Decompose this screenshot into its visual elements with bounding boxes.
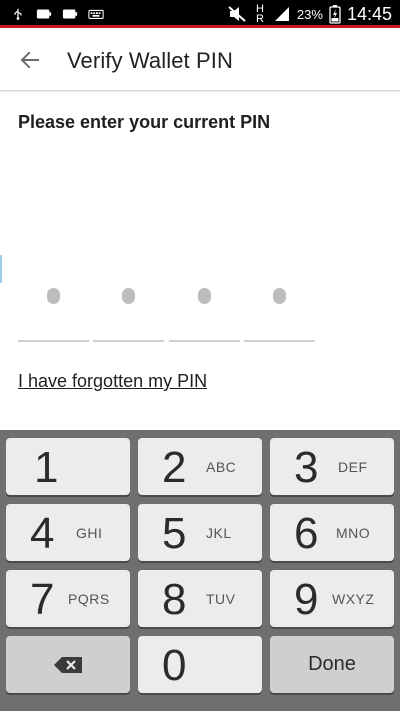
- page-title: Verify Wallet PIN: [67, 48, 233, 73]
- edge-indicator: [0, 255, 2, 283]
- key-6[interactable]: 6 MNO: [270, 504, 394, 561]
- pin-slot[interactable]: [93, 282, 164, 342]
- key-letters: MNO: [336, 525, 371, 541]
- pin-prompt: Please enter your current PIN: [18, 112, 271, 132]
- key-digit: 4: [30, 509, 55, 558]
- done-label: Done: [308, 653, 356, 675]
- pin-dot: [198, 288, 211, 304]
- pin-slot[interactable]: [18, 282, 89, 342]
- notification-icon: [62, 9, 78, 19]
- pin-underline: [244, 340, 315, 342]
- pin-slot[interactable]: [169, 282, 240, 342]
- key-letters: GHI: [76, 525, 103, 541]
- pin-entry[interactable]: [18, 282, 318, 342]
- pin-dot: [122, 288, 135, 304]
- keyboard-icon: [88, 9, 104, 19]
- status-left-icons: [10, 5, 104, 23]
- key-3[interactable]: 3 DEF: [270, 438, 394, 495]
- backspace-icon: [54, 656, 82, 673]
- battery-icon: [329, 5, 341, 24]
- key-digit: 7: [30, 575, 55, 624]
- app-bar: Verify Wallet PIN: [0, 28, 400, 91]
- pin-dot: [47, 288, 60, 304]
- key-1[interactable]: 1: [6, 438, 130, 495]
- back-button[interactable]: [14, 44, 46, 76]
- pin-underline: [169, 340, 240, 342]
- key-4[interactable]: 4 GHI: [6, 504, 130, 561]
- key-9[interactable]: 9 WXYZ: [270, 570, 394, 627]
- notification-icon: [36, 9, 52, 19]
- key-digit: 8: [162, 575, 187, 624]
- key-5[interactable]: 5 JKL: [138, 504, 262, 561]
- key-digit: 9: [294, 575, 319, 624]
- key-digit: 5: [162, 509, 187, 558]
- key-letters: WXYZ: [332, 591, 375, 607]
- pin-underline: [93, 340, 164, 342]
- key-digit: 1: [34, 443, 59, 492]
- battery-percent: 23%: [296, 6, 323, 22]
- key-letters: JKL: [206, 525, 232, 541]
- key-letters: ABC: [206, 459, 237, 475]
- key-digit: 6: [294, 509, 319, 558]
- mute-icon: [228, 6, 246, 22]
- key-digit: 2: [162, 443, 187, 492]
- key-letters: DEF: [338, 459, 368, 475]
- arrow-left-icon: [20, 51, 39, 69]
- key-letters: PQRS: [68, 591, 110, 607]
- key-2[interactable]: 2 ABC: [138, 438, 262, 495]
- status-right-icons: H R 23% 14:45: [227, 3, 392, 25]
- pin-slot[interactable]: [244, 282, 315, 342]
- key-digit: 3: [294, 443, 319, 492]
- backspace-key[interactable]: [6, 636, 130, 693]
- network-label: H R: [255, 3, 264, 25]
- key-0[interactable]: 0: [138, 636, 262, 693]
- forgot-pin-link[interactable]: I have forgotten my PIN: [18, 371, 207, 392]
- pin-dot: [273, 288, 286, 304]
- key-8[interactable]: 8 TUV: [138, 570, 262, 627]
- done-key[interactable]: Done: [270, 636, 394, 693]
- backspace-wrap: [6, 636, 130, 693]
- status-bar: H R 23% 14:45: [0, 0, 400, 28]
- numeric-keypad: 1 2 ABC 3 DEF 4 GHI 5 JKL 6 MNO 7 PQRS 8…: [0, 430, 400, 711]
- usb-icon: [14, 8, 22, 20]
- key-letters: TUV: [206, 591, 236, 607]
- pin-underline: [18, 340, 89, 342]
- status-time: 14:45: [346, 3, 392, 24]
- signal-icon: [274, 7, 289, 21]
- key-digit: 0: [162, 641, 187, 690]
- key-7[interactable]: 7 PQRS: [6, 570, 130, 627]
